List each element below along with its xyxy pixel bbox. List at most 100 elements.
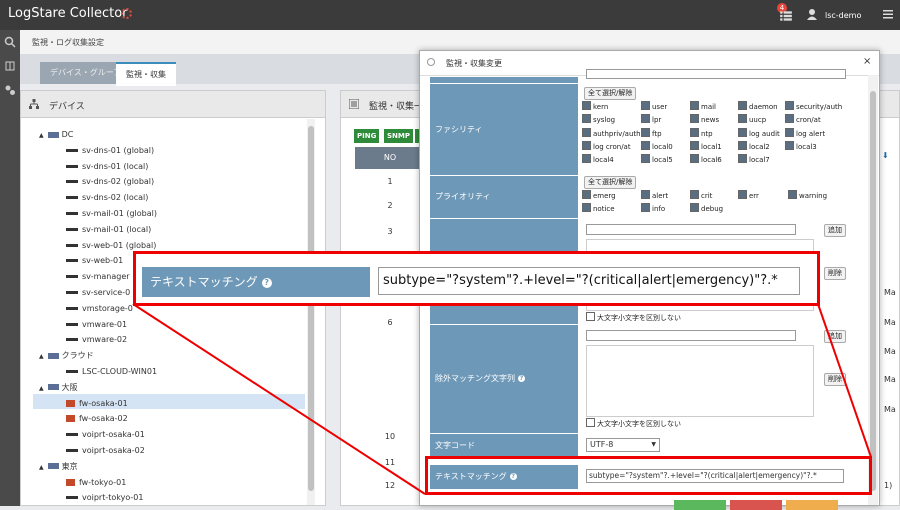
download-icon[interactable]: ⬇ [882, 151, 889, 160]
facility-checkbox[interactable]: authpriv/auth [582, 128, 641, 138]
cancel-button[interactable] [786, 500, 838, 510]
facility-checkbox[interactable]: log alert [785, 128, 825, 138]
expand-toggle-icon[interactable]: ▲ [39, 385, 44, 392]
clipped-input[interactable] [586, 69, 846, 79]
user-name[interactable]: lsc-demo [825, 11, 861, 20]
tree-device[interactable]: fw-tokyo-01 [66, 475, 126, 490]
facility-checkbox[interactable]: log audit [738, 128, 780, 138]
table-row[interactable]: 12 [355, 481, 425, 490]
tree-device[interactable]: sv-mail-01 (global) [66, 206, 157, 221]
tree-group[interactable]: ▲ クラウド [39, 348, 94, 363]
exclude-case-checkbox[interactable]: 大文字小文字を区別しない [586, 418, 681, 429]
table-row[interactable]: 1 [355, 177, 425, 186]
tree-group[interactable]: ▲ 東京 [39, 459, 78, 474]
table-row[interactable]: 2 [355, 201, 425, 210]
match-case-checkbox[interactable]: 大文字小文字を区別しない [586, 312, 681, 323]
priority-checkbox[interactable]: info [641, 203, 665, 213]
priority-checkbox[interactable]: emerg [582, 190, 616, 200]
facility-checkbox[interactable]: log cron/at [582, 141, 631, 151]
tree-device[interactable]: sv-mail-01 (local) [66, 222, 151, 237]
exclude-input[interactable] [586, 330, 796, 341]
facility-select-all-button[interactable]: 全て選択/解除 [584, 87, 637, 100]
tree-device[interactable]: vmstorage-0 [66, 301, 133, 316]
facility-checkbox[interactable]: news [690, 114, 719, 124]
save-button[interactable] [674, 500, 726, 510]
table-row[interactable]: 3 [355, 227, 425, 236]
priority-checkbox[interactable]: crit [690, 190, 712, 200]
facility-checkbox[interactable]: local4 [582, 154, 614, 164]
snmp-filter-button[interactable]: SNMP [384, 129, 413, 143]
tab-monitoring[interactable]: 監視・収集 [116, 62, 176, 86]
facility-checkbox[interactable]: kern [582, 101, 608, 111]
tree-device[interactable]: sv-web-01 [66, 253, 123, 268]
modal-scroll-thumb[interactable] [870, 91, 876, 491]
tree-device[interactable]: sv-dns-01 (local) [66, 159, 148, 174]
facility-checkbox[interactable]: mail [690, 101, 716, 111]
facility-checkbox[interactable]: daemon [738, 101, 778, 111]
table-row[interactable]: 10 [355, 432, 425, 441]
tree-device[interactable]: sv-manager [66, 269, 130, 284]
priority-checkbox[interactable]: err [738, 190, 759, 200]
table-row[interactable]: 11 [355, 458, 425, 467]
exclude-add-button[interactable]: 追加 [824, 330, 846, 343]
expand-toggle-icon[interactable]: ▲ [39, 464, 44, 471]
menu-icon[interactable] [882, 8, 894, 20]
exclude-list[interactable] [586, 345, 814, 417]
facility-checkbox[interactable]: local7 [738, 154, 770, 164]
priority-checkbox[interactable]: warning [788, 190, 827, 200]
table-row[interactable]: 6 [355, 318, 425, 327]
facility-checkbox[interactable]: ftp [641, 128, 662, 138]
tree-device[interactable]: fw-osaka-01 [66, 396, 128, 411]
settings-icon[interactable] [4, 84, 16, 96]
tree-device[interactable]: sv-service-0 [66, 285, 130, 300]
expand-toggle-icon[interactable]: ▲ [39, 353, 44, 360]
device-tree-scroll-thumb[interactable] [308, 126, 314, 491]
facility-checkbox[interactable]: lpr [641, 114, 661, 124]
tree-device[interactable]: vmware-02 [66, 332, 127, 347]
tree-group[interactable]: ▲ 大阪 [39, 380, 78, 395]
facility-checkbox[interactable]: local0 [641, 141, 673, 151]
ping-filter-button[interactable]: PING [354, 129, 380, 143]
facility-checkbox[interactable]: local5 [641, 154, 673, 164]
server-icon [66, 196, 78, 200]
match-add-button[interactable]: 追加 [824, 224, 846, 237]
priority-checkbox[interactable]: alert [641, 190, 668, 200]
user-icon[interactable] [806, 8, 818, 20]
charset-select[interactable]: UTF-8 ▼ [586, 438, 660, 452]
tree-device[interactable]: fw-osaka-02 [66, 411, 128, 426]
book-icon[interactable] [4, 60, 16, 72]
match-delete-button[interactable]: 削除 [824, 267, 846, 280]
help-icon[interactable]: ? [518, 375, 525, 382]
tree-device[interactable]: sv-dns-01 (global) [66, 143, 154, 158]
column-header-no[interactable]: NO [355, 147, 425, 169]
tree-device[interactable]: voiprt-osaka-01 [66, 427, 145, 442]
priority-select-all-button[interactable]: 全て選択/解除 [584, 176, 637, 189]
tree-device[interactable]: voiprt-tokyo-01 [66, 490, 143, 505]
tree-group[interactable]: ▲ DC [39, 127, 73, 142]
facility-checkbox[interactable]: user [641, 101, 667, 111]
tree-device[interactable]: vmware-01 [66, 317, 127, 332]
tree-device[interactable]: LSC-CLOUD-WIN01 [66, 364, 157, 379]
expand-toggle-icon[interactable]: ▲ [39, 132, 44, 139]
match-input[interactable] [586, 224, 796, 235]
close-icon[interactable]: × [863, 56, 871, 67]
tree-device[interactable]: sv-dns-02 (global) [66, 174, 154, 189]
priority-checkbox[interactable]: notice [582, 203, 615, 213]
facility-checkbox[interactable]: syslog [582, 114, 615, 124]
server-icon [66, 291, 78, 294]
facility-checkbox[interactable]: uucp [738, 114, 766, 124]
facility-checkbox[interactable]: cron/at [785, 114, 821, 124]
delete-button[interactable] [730, 500, 782, 510]
tree-device[interactable]: sv-dns-02 (local) [66, 190, 148, 205]
search-icon[interactable] [4, 36, 16, 48]
notification-list-icon[interactable] [779, 9, 793, 23]
facility-checkbox[interactable]: local6 [690, 154, 722, 164]
facility-checkbox[interactable]: ntp [690, 128, 713, 138]
exclude-delete-button[interactable]: 削除 [824, 373, 846, 386]
facility-checkbox[interactable]: local2 [738, 141, 770, 151]
facility-checkbox[interactable]: local3 [785, 141, 817, 151]
priority-checkbox[interactable]: debug [690, 203, 723, 213]
tree-device[interactable]: voiprt-osaka-02 [66, 443, 145, 458]
facility-checkbox[interactable]: security/auth [785, 101, 842, 111]
facility-checkbox[interactable]: local1 [690, 141, 722, 151]
